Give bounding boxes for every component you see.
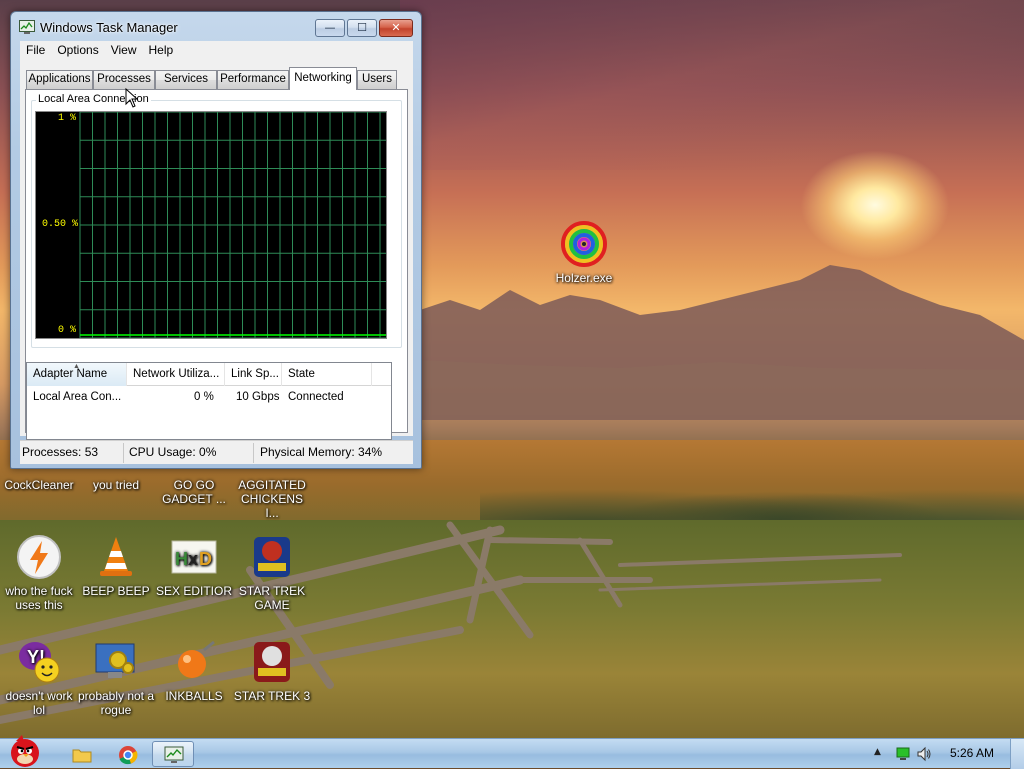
lightning-icon bbox=[17, 535, 61, 579]
menu-help[interactable]: Help bbox=[143, 41, 180, 57]
desktop-icon-holzer[interactable]: Holzer.exe bbox=[545, 220, 623, 285]
yahoo-messenger-icon: Y! bbox=[19, 642, 60, 683]
tab-applications[interactable]: Applications bbox=[26, 70, 93, 89]
close-button[interactable]: ✕ bbox=[379, 19, 413, 37]
state-cell: Connected bbox=[288, 391, 344, 403]
taskbar-explorer-button[interactable] bbox=[60, 741, 102, 767]
svg-text:D: D bbox=[199, 549, 212, 569]
desktop-icon-label: INKBALLS bbox=[165, 689, 223, 703]
window-client-area: Applications Processes Services Performa… bbox=[20, 61, 413, 440]
desktop-icon-star-trek-3[interactable]: STAR TREK 3 bbox=[233, 638, 311, 703]
graph-y-label-bottom: 0 % bbox=[58, 325, 77, 336]
desktop-icon-label: STAR TREK 3 bbox=[233, 689, 311, 703]
column-network-utilization[interactable]: Network Utiliza... bbox=[127, 363, 225, 386]
desktop-icon-label: GO GO GADGET ... bbox=[162, 478, 226, 506]
sunset-clouds bbox=[400, 0, 1024, 170]
rainbow-spiral-icon bbox=[561, 221, 607, 267]
menu-view[interactable]: View bbox=[105, 41, 143, 57]
gears-monitor-icon bbox=[95, 643, 135, 678]
sun bbox=[800, 150, 950, 260]
show-hidden-icons-arrow[interactable]: ▲ bbox=[874, 747, 881, 757]
column-link-speed[interactable]: Link Sp... bbox=[225, 363, 282, 386]
star-wars-icon bbox=[254, 537, 290, 577]
desktop-icon-probably-not-a-rogue[interactable]: probably not a rogue bbox=[77, 638, 155, 717]
task-manager-icon bbox=[19, 20, 35, 34]
vlc-cone-icon bbox=[100, 537, 132, 576]
desktop-icon-label: Holzer.exe bbox=[555, 271, 613, 285]
desktop-icon-label: who the fuck uses this bbox=[5, 584, 73, 612]
column-adapter-name[interactable]: ▲ Adapter Name bbox=[27, 363, 127, 386]
desktop-icon-label: BEEP BEEP bbox=[82, 584, 150, 598]
graph-canvas bbox=[36, 112, 386, 338]
desktop-icon-you-tried[interactable]: you tried bbox=[77, 478, 155, 492]
link-speed-cell: 10 Gbps bbox=[236, 391, 280, 403]
taskbar: ▲ 5:26 AM bbox=[0, 735, 1024, 769]
column-label: Adapter Name bbox=[33, 368, 108, 380]
volume-icon[interactable] bbox=[916, 746, 932, 762]
tab-services[interactable]: Services bbox=[155, 70, 217, 89]
tab-processes[interactable]: Processes bbox=[93, 70, 155, 89]
tab-performance[interactable]: Performance bbox=[217, 70, 289, 89]
menu-options[interactable]: Options bbox=[51, 41, 104, 57]
system-tray: ▲ 5:26 AM bbox=[864, 739, 1024, 769]
svg-text:x: x bbox=[188, 549, 198, 569]
desktop-icon-cockcleaner[interactable]: CockCleaner bbox=[0, 478, 78, 492]
desktop-icon-beep-beep[interactable]: BEEP BEEP bbox=[77, 533, 155, 598]
desktop-icon-inkballs[interactable]: INKBALLS bbox=[155, 638, 233, 703]
graph-y-label-top: 1 % bbox=[58, 113, 77, 124]
desktop-icon-who-uses-this[interactable]: who the fuck uses this bbox=[0, 533, 78, 612]
chrome-icon bbox=[119, 746, 138, 765]
adapter-list[interactable]: ▲ Adapter Name Network Utiliza... Link S… bbox=[26, 362, 392, 440]
sort-ascending-icon: ▲ bbox=[73, 363, 80, 370]
adapter-graph-group: Local Area Connection 1 % 0.50 % 0 % bbox=[31, 93, 402, 348]
title-bar[interactable]: Windows Task Manager — ☐ ✕ bbox=[11, 12, 421, 40]
desktop-icon-label: SEX EDITIOR bbox=[155, 584, 232, 598]
graph-y-label-mid: 0.50 % bbox=[42, 219, 79, 230]
taskbar-chrome-button[interactable] bbox=[106, 741, 148, 767]
svg-text:H: H bbox=[175, 549, 188, 569]
tab-networking[interactable]: Networking bbox=[289, 67, 357, 90]
network-icon[interactable] bbox=[896, 747, 910, 761]
status-divider bbox=[253, 443, 254, 463]
status-bar: Processes: 53 CPU Usage: 0% Physical Mem… bbox=[20, 440, 413, 464]
taskbar-task-manager-button[interactable] bbox=[152, 741, 194, 767]
desktop-icon-go-go-gadget[interactable]: GO GO GADGET ... bbox=[155, 478, 233, 506]
desktop-icon-label: AGGITATED CHICKENS I... bbox=[238, 478, 306, 520]
show-desktop-button[interactable] bbox=[1010, 739, 1024, 769]
status-processes: Processes: 53 bbox=[22, 445, 99, 459]
network-utilization-graph: 1 % 0.50 % 0 % bbox=[35, 111, 387, 339]
status-physical-memory: Physical Memory: 34% bbox=[260, 445, 383, 459]
menu-bar: File Options View Help bbox=[20, 41, 413, 61]
task-manager-window[interactable]: Windows Task Manager — ☐ ✕ File Options Vi… bbox=[10, 11, 422, 469]
desktop-icon-aggitated-chickens[interactable]: AGGITATED CHICKENS I... bbox=[233, 478, 311, 520]
angry-bird-start-icon[interactable] bbox=[2, 729, 48, 769]
explorer-folder-icon bbox=[72, 749, 92, 763]
utilization-cell: 0 % bbox=[194, 391, 214, 403]
desktop-icon-doesnt-work[interactable]: Y! doesn't work lol bbox=[0, 638, 78, 717]
desktop-icon-label: doesn't work lol bbox=[5, 689, 73, 717]
minimize-button[interactable]: — bbox=[315, 19, 345, 37]
inkball-icon bbox=[178, 640, 215, 678]
desktop-icon-label: you tried bbox=[92, 478, 140, 492]
column-state[interactable]: State bbox=[282, 363, 372, 386]
desktop-icon-label: probably not a rogue bbox=[77, 689, 155, 717]
status-cpu-usage: CPU Usage: 0% bbox=[129, 445, 217, 459]
window-title: Windows Task Manager bbox=[40, 20, 178, 35]
networking-panel: Local Area Connection 1 % 0.50 % 0 % ▲ A… bbox=[25, 89, 408, 440]
desktop-icon-star-trek-game[interactable]: STAR TREK GAME bbox=[233, 533, 311, 612]
maximize-button[interactable]: ☐ bbox=[347, 19, 377, 37]
desktop-icon-label: STAR TREK GAME bbox=[238, 584, 306, 612]
mouse-cursor-icon bbox=[125, 88, 139, 108]
taskbar-clock[interactable]: 5:26 AM bbox=[950, 746, 994, 760]
desktop-icon-sex-editior[interactable]: H x D SEX EDITIOR bbox=[155, 533, 233, 598]
status-divider bbox=[123, 443, 124, 463]
task-manager-icon bbox=[164, 746, 184, 763]
adapter-name-cell: Local Area Con... bbox=[33, 391, 122, 403]
menu-file[interactable]: File bbox=[20, 41, 51, 57]
hxd-icon: H x D bbox=[171, 540, 217, 574]
desktop-icon-label: CockCleaner bbox=[4, 478, 74, 492]
adapter-list-header: ▲ Adapter Name Network Utiliza... Link S… bbox=[27, 363, 391, 386]
tab-users[interactable]: Users bbox=[357, 70, 397, 89]
star-wars-icon bbox=[254, 642, 290, 682]
